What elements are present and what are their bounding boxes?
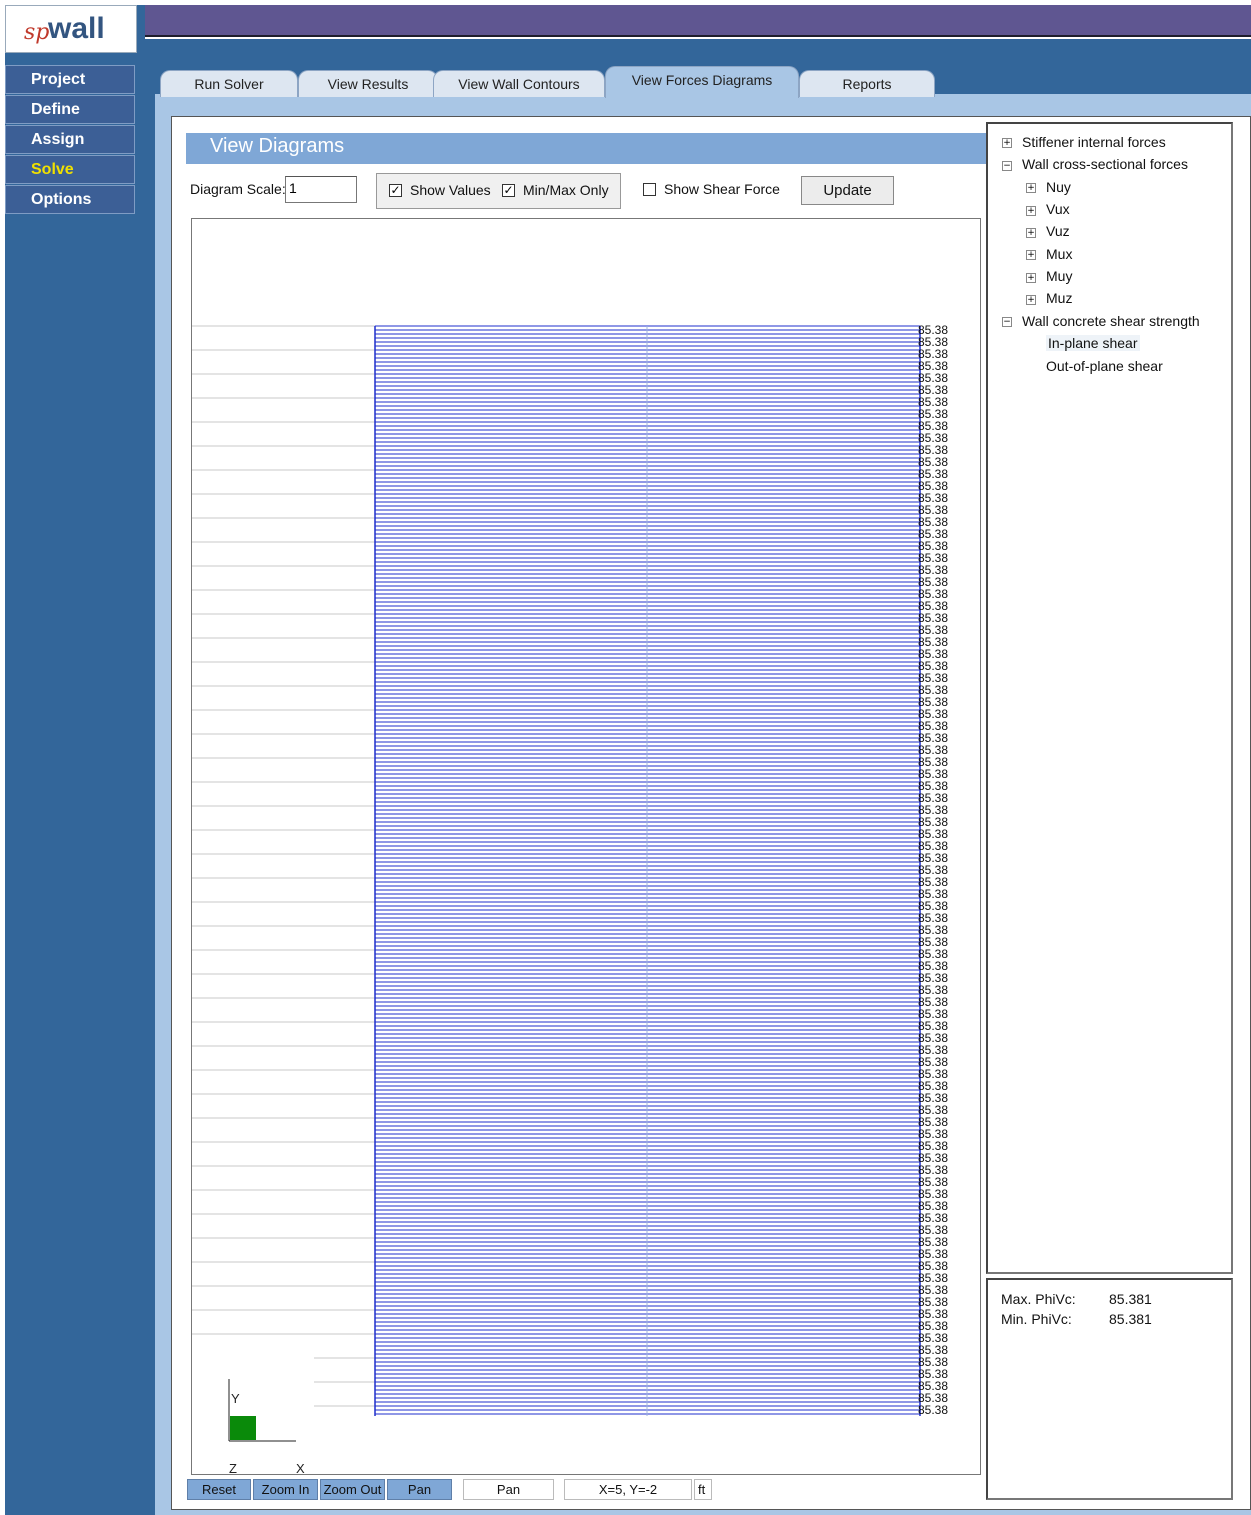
show-shear-force-checkbox[interactable] <box>643 183 656 196</box>
show-values-checkbox[interactable]: ✓ <box>389 184 402 197</box>
tab-view-results[interactable]: View Results <box>298 70 438 97</box>
diagram-status-bar: Reset Zoom In Zoom Out Pan Pan X=5, Y=-2… <box>186 1479 986 1501</box>
logo-sp-text: sp <box>24 20 50 45</box>
y-axis-label: Y <box>231 1391 240 1406</box>
tree-mux[interactable]: Mux <box>1046 246 1072 262</box>
expand-muz-icon[interactable]: + <box>1026 295 1036 305</box>
diagram-scale-input[interactable]: 1 <box>285 176 357 203</box>
units-status: ft <box>694 1479 712 1500</box>
tree-wall-cross-sectional-forces[interactable]: Wall cross-sectional forces <box>1022 156 1188 172</box>
diagram-scale-label: Diagram Scale: <box>190 181 286 197</box>
max-phivc-value: 85.381 <box>1109 1291 1152 1307</box>
expand-mux-icon[interactable]: + <box>1026 250 1036 260</box>
update-button[interactable]: Update <box>801 176 894 205</box>
expand-nuy-icon[interactable]: + <box>1026 183 1036 193</box>
top-title-bar <box>145 5 1251 37</box>
tab-view-forces-diagrams[interactable]: View Forces Diagrams <box>605 66 799 98</box>
show-values-label: Show Values <box>410 182 491 198</box>
expand-vuz-icon[interactable]: + <box>1026 228 1036 238</box>
tree-muz[interactable]: Muz <box>1046 290 1072 306</box>
expand-muy-icon[interactable]: + <box>1026 273 1036 283</box>
reset-view-button[interactable]: Reset <box>187 1479 251 1500</box>
value-label: 85.38 <box>918 1403 948 1417</box>
z-axis-label: Z <box>229 1461 237 1475</box>
tree-wall-concrete-shear-strength[interactable]: Wall concrete shear strength <box>1022 313 1200 329</box>
expand-vux-icon[interactable]: + <box>1026 206 1036 216</box>
logo-wall-text: wall <box>48 12 105 45</box>
collapse-wall-cross-sectional-icon[interactable]: − <box>1002 161 1012 171</box>
mode-status: Pan <box>463 1479 554 1500</box>
collapse-shear-strength-icon[interactable]: − <box>1002 317 1012 327</box>
tree-vuz[interactable]: Vuz <box>1046 223 1070 239</box>
tab-reports[interactable]: Reports <box>799 70 935 97</box>
diagram-canvas[interactable]: 85.38 85.38 85.38 85.38 85.38 85.38 85.38 85.38… <box>191 218 981 1475</box>
tree-out-of-plane-shear[interactable]: Out-of-plane shear <box>1046 358 1163 374</box>
x-axis-label: X <box>296 1461 305 1475</box>
minmax-only-checkbox[interactable]: ✓ <box>502 184 515 197</box>
min-phivc-label: Min. PhiVc: <box>1001 1311 1072 1327</box>
minmax-only-label: Min/Max Only <box>523 182 609 198</box>
nav-options-button[interactable]: Options <box>5 185 135 214</box>
left-navigation-panel <box>5 5 145 1515</box>
min-phivc-value: 85.381 <box>1109 1311 1152 1327</box>
tree-stiffener-internal-forces[interactable]: Stiffener internal forces <box>1022 134 1166 150</box>
result-tree[interactable]: + Stiffener internal forces − Wall cross… <box>986 122 1233 1274</box>
axis-origin-box <box>230 1416 256 1440</box>
show-shear-force-label: Show Shear Force <box>664 181 780 197</box>
axis-indicator-background <box>192 1352 314 1474</box>
tree-in-plane-shear[interactable]: In-plane shear <box>1046 335 1140 351</box>
nav-define-button[interactable]: Define <box>5 95 135 124</box>
tab-strip: Run Solver View Results View Wall Contou… <box>155 66 1251 98</box>
nav-project-button[interactable]: Project <box>5 65 135 94</box>
spwall-window: sp wall Project Define Assign Solve Opti… <box>0 0 1251 1515</box>
zoom-in-button[interactable]: Zoom In <box>253 1479 318 1500</box>
tree-muy[interactable]: Muy <box>1046 268 1072 284</box>
max-phivc-label: Max. PhiVc: <box>1001 1291 1076 1307</box>
coordinates-status: X=5, Y=-2 <box>564 1479 692 1500</box>
nav-assign-button[interactable]: Assign <box>5 125 135 154</box>
expand-stiffener-icon[interactable]: + <box>1002 138 1012 148</box>
tab-view-wall-contours[interactable]: View Wall Contours <box>433 70 605 97</box>
spwall-logo: sp wall <box>5 5 137 53</box>
tab-run-solver[interactable]: Run Solver <box>160 70 298 97</box>
pan-button[interactable]: Pan <box>387 1479 452 1500</box>
tree-vux[interactable]: Vux <box>1046 201 1070 217</box>
view-diagrams-title: View Diagrams <box>210 135 345 157</box>
nav-solve-button[interactable]: Solve <box>5 155 135 184</box>
tree-nuy[interactable]: Nuy <box>1046 179 1071 195</box>
zoom-out-button[interactable]: Zoom Out <box>320 1479 385 1500</box>
diagram-drawing: 85.3885.3885.3885.3885.3885.3885.3885.38… <box>192 323 948 1475</box>
show-values-group: ✓ Show Values ✓ Min/Max Only <box>376 173 621 209</box>
